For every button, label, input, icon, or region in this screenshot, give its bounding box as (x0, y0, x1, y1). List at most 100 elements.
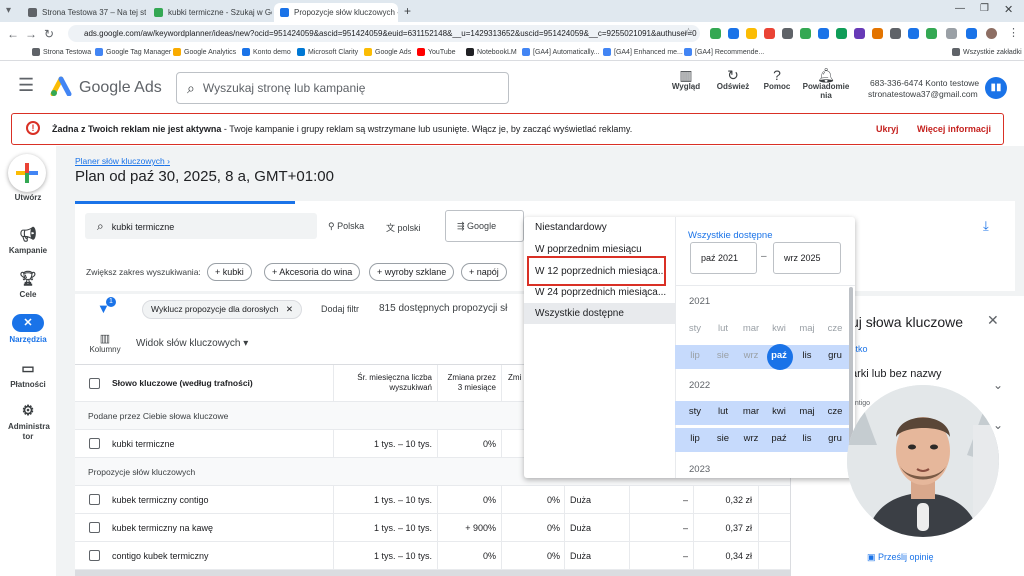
maximize-icon[interactable]: ❐ (980, 3, 989, 14)
chevron-down-icon[interactable]: ⌄ (993, 418, 1003, 432)
new-tab-button[interactable]: + (404, 4, 411, 18)
bookmark-item[interactable]: Microsoft Clarity (297, 48, 358, 56)
columns-button[interactable]: ▥ Kolumny (86, 332, 124, 354)
row-checkbox[interactable] (89, 522, 100, 533)
extension-icon[interactable] (818, 28, 829, 39)
month-cell-mar[interactable]: mar (737, 323, 765, 334)
feedback-button[interactable]: ▣ Prześlij opinię (867, 552, 934, 563)
table-row[interactable]: contigo kubek termiczny 1 tys. – 10 tys.… (75, 542, 790, 570)
month-cell-paź[interactable]: paź (765, 433, 793, 444)
extension-icon[interactable] (966, 28, 977, 39)
bookmark-item[interactable]: [GA4] Recommende... (684, 48, 764, 56)
browser-menu-icon[interactable]: ⋮ (1008, 26, 1019, 39)
back-icon[interactable]: ← (4, 27, 22, 41)
bookmark-item[interactable]: Google Analytics (173, 48, 236, 56)
search-input[interactable]: ⌕ Wyszukaj stronę lub kampanię (176, 72, 509, 104)
date-from-field[interactable]: paź 2021 (690, 242, 757, 274)
minimize-icon[interactable]: — (955, 3, 965, 14)
extension-icon[interactable] (946, 28, 957, 39)
browser-tab-3-active[interactable]: Propozycje słów kluczowych - × (274, 3, 398, 22)
refine-item[interactable]: arki lub bez nazwy (851, 368, 942, 380)
extension-icon[interactable] (926, 28, 937, 39)
help-button[interactable]: ? Pomoc (762, 68, 792, 91)
language-selector[interactable]: 文 polski (386, 221, 421, 234)
hamburger-menu-icon[interactable]: ☰ (18, 75, 34, 96)
tab-search-icon[interactable]: ▾ (6, 5, 11, 16)
bookmark-item[interactable]: Strona Testowa (32, 48, 91, 56)
month-cell-wrz[interactable]: wrz (737, 350, 765, 361)
month-cell-cze[interactable]: cze (821, 406, 849, 417)
table-row[interactable]: kubek termiczny na kawę 1 tys. – 10 tys.… (75, 514, 790, 542)
suggestion-chip[interactable]: + wyroby szklane (369, 263, 455, 281)
nav-item-goals[interactable]: 🏆︎ Cele (0, 270, 56, 299)
extension-icon[interactable] (746, 28, 757, 39)
forward-icon[interactable]: → (22, 27, 40, 41)
suggestion-chip[interactable]: + napój (461, 263, 507, 281)
close-panel-icon[interactable]: ✕ (987, 312, 999, 329)
hide-alert-button[interactable]: Ukryj (876, 124, 899, 134)
view-selector[interactable]: Widok słów kluczowych ▾ (136, 338, 248, 349)
month-cell-sie[interactable]: sie (709, 433, 737, 444)
bookmark-item[interactable]: Google Tag Manager (95, 48, 171, 56)
extension-icon[interactable] (782, 28, 793, 39)
bookmark-item[interactable]: [GA4] Automatically... (522, 48, 599, 56)
view-button[interactable]: ▥ Wygląd (671, 68, 701, 91)
extension-icon[interactable] (890, 28, 901, 39)
close-window-icon[interactable]: ✕ (1004, 3, 1013, 16)
row-checkbox[interactable] (89, 494, 100, 505)
column-header-keyword[interactable]: Słowo kluczowe (według trafności) (112, 378, 253, 388)
extension-icon[interactable] (872, 28, 883, 39)
month-cell-lip[interactable]: lip (681, 350, 709, 361)
remove-chip-icon[interactable]: ✕ (286, 304, 293, 314)
nav-item-admin[interactable]: ⚙ Administra tor (0, 402, 56, 442)
refresh-button[interactable]: ↻ Odśwież (713, 68, 753, 91)
month-cell-sie[interactable]: sie (709, 350, 737, 361)
extension-icon[interactable] (854, 28, 865, 39)
month-cell-maj[interactable]: maj (793, 406, 821, 417)
extension-icon[interactable] (908, 28, 919, 39)
month-cell-lis[interactable]: lis (793, 350, 821, 361)
bookmark-item[interactable]: Konto demo (242, 48, 291, 56)
extension-icon[interactable] (836, 28, 847, 39)
nav-item-tools[interactable]: ✕ Narzędzia (0, 314, 56, 344)
location-selector[interactable]: ⚲ Polska (328, 221, 364, 232)
month-cell-kwi[interactable]: kwi (765, 406, 793, 417)
month-cell-paź[interactable]: paź (765, 350, 793, 361)
month-cell-gru[interactable]: gru (821, 433, 849, 444)
table-row[interactable]: kubek termiczny contigo 1 tys. – 10 tys.… (75, 486, 790, 514)
bookmark-item[interactable]: NotebookLM (466, 48, 517, 56)
suggestion-chip[interactable]: + Akcesoria do wina (264, 263, 361, 281)
notifications-button[interactable]: 🔔︎ Powiadomie nia (800, 68, 852, 100)
all-bookmarks[interactable]: Wszystkie zakładki (952, 48, 1022, 56)
extension-icon[interactable] (764, 28, 775, 39)
month-cell-mar[interactable]: mar (737, 406, 765, 417)
extension-icon[interactable] (710, 28, 721, 39)
add-filter-button[interactable]: Dodaj filtr (321, 304, 359, 314)
suggestion-chip[interactable]: + kubki (207, 263, 252, 281)
month-cell-cze[interactable]: cze (821, 323, 849, 334)
account-avatar[interactable]: ▮▮ (985, 77, 1007, 99)
month-cell-kwi[interactable]: kwi (765, 323, 793, 334)
keyword-input[interactable]: ⌕ kubki termiczne (85, 213, 317, 239)
date-option-custom[interactable]: Niestandardowy (524, 217, 675, 238)
row-checkbox[interactable] (89, 438, 100, 449)
create-button[interactable] (8, 154, 46, 192)
date-option-all-available[interactable]: Wszystkie dostępne (524, 303, 675, 324)
month-cell-lut[interactable]: lut (709, 406, 737, 417)
extension-icon[interactable] (728, 28, 739, 39)
month-cell-lis[interactable]: lis (793, 433, 821, 444)
chevron-down-icon[interactable]: ⌄ (993, 378, 1003, 392)
download-icon[interactable]: ⤓ (983, 218, 989, 234)
bookmark-star-icon[interactable]: ☆ (684, 27, 693, 38)
nav-item-billing[interactable]: ▭ Płatności (0, 360, 56, 389)
extension-icon[interactable] (800, 28, 811, 39)
column-header-change3[interactable]: Zmiana przez 3 miesiące (441, 373, 496, 393)
address-bar[interactable]: ads.google.com/aw/keywordplanner/ideas/n… (68, 25, 700, 42)
breadcrumb[interactable]: Planer słów kluczowych › (75, 156, 170, 166)
row-checkbox[interactable] (89, 550, 100, 561)
month-cell-gru[interactable]: gru (821, 350, 849, 361)
month-cell-wrz[interactable]: wrz (737, 433, 765, 444)
month-cell-lut[interactable]: lut (709, 323, 737, 334)
date-to-field[interactable]: wrz 2025 (773, 242, 841, 274)
bookmark-item[interactable]: Google Ads (364, 48, 411, 56)
